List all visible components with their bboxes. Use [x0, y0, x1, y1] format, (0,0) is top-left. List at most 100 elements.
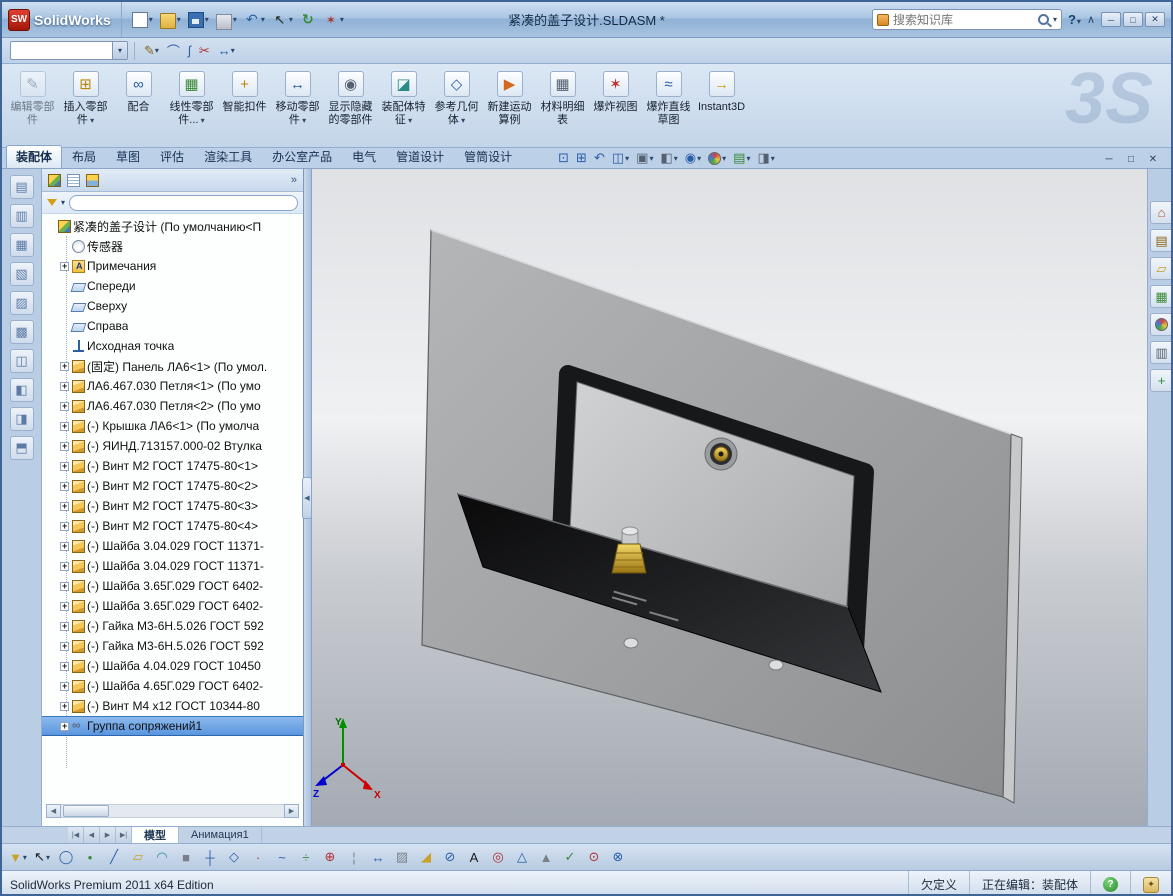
- tree-item[interactable]: ЛА6.467.030 Петля<2> (По умо: [42, 396, 303, 416]
- search-dropdown-icon[interactable]: ▾: [1053, 15, 1057, 24]
- filter-tool-button[interactable]: ∙: [248, 847, 268, 868]
- tree-item[interactable]: (-) Шайба 4.04.029 ГОСТ 10450: [42, 656, 303, 676]
- view-tool-button[interactable]: ↶: [592, 149, 607, 167]
- filter-tool-button[interactable]: A: [464, 847, 484, 868]
- view-tool-button[interactable]: ▤: [731, 149, 752, 167]
- left-dock-tool-button[interactable]: ▤: [9, 175, 34, 199]
- filter-tool-button[interactable]: ⊗: [608, 847, 628, 868]
- command-tab[interactable]: 评估: [150, 145, 194, 168]
- tree-item[interactable]: (-) Шайба 3.65Г.029 ГОСТ 6402-: [42, 596, 303, 616]
- collapse-menu-icon[interactable]: ∧: [1087, 13, 1095, 26]
- expand-toggle[interactable]: [60, 361, 69, 372]
- filter-tool-button[interactable]: ▨: [392, 847, 412, 868]
- tab-nav-button[interactable]: ▶: [100, 827, 116, 843]
- filter-tool-button[interactable]: ✓: [560, 847, 580, 868]
- filter-tool-button[interactable]: ~: [272, 847, 292, 868]
- tree-item[interactable]: (固定) Панель ЛА6<1> (По умол.: [42, 356, 303, 376]
- filter-tool-button[interactable]: ⊘: [440, 847, 460, 868]
- bushing-part[interactable]: [704, 437, 738, 471]
- manager-tab-icon[interactable]: [86, 173, 99, 187]
- task-pane-button[interactable]: ⌂: [1150, 201, 1171, 224]
- window-button[interactable]: ─: [1101, 12, 1121, 27]
- scroll-right-arrow[interactable]: ▶: [284, 804, 299, 818]
- tree-item[interactable]: 紧凑的盖子设计 (По умолчанию<П: [42, 216, 303, 236]
- ribbon-button[interactable]: ∞ 配合: [112, 66, 165, 147]
- ribbon-button[interactable]: ▦ 材料明细表: [536, 66, 589, 147]
- ribbon-button[interactable]: ◉ 显示隐藏的零部件: [324, 66, 377, 147]
- tree-filter-input[interactable]: [69, 194, 298, 211]
- tree-item[interactable]: (-) Винт М2 ГОСТ 17475-80<4>: [42, 516, 303, 536]
- ribbon-button[interactable]: ✶ 爆炸视图: [589, 66, 642, 147]
- expand-toggle[interactable]: [60, 481, 69, 492]
- expand-toggle[interactable]: [60, 541, 69, 552]
- manager-tab-icon[interactable]: [105, 174, 118, 187]
- expand-toggle[interactable]: [60, 282, 69, 291]
- filter-tool-button[interactable]: ◇: [224, 847, 244, 868]
- quick-tool-button[interactable]: [130, 8, 155, 32]
- expand-toggle[interactable]: [60, 501, 69, 512]
- sketch-tool-button[interactable]: ✎: [141, 40, 162, 62]
- command-tab[interactable]: 布局: [62, 145, 106, 168]
- tree-item[interactable]: Исходная точка: [42, 336, 303, 356]
- filter-tool-button[interactable]: ■: [176, 847, 196, 868]
- left-dock-tool-button[interactable]: ▧: [9, 262, 34, 286]
- task-pane-button[interactable]: ▥: [1150, 341, 1171, 364]
- expand-toggle[interactable]: [60, 461, 69, 472]
- bottom-tab[interactable]: 模型: [132, 827, 179, 843]
- tree-item[interactable]: 传感器: [42, 236, 303, 256]
- scrollbar-track[interactable]: [61, 804, 284, 818]
- tree-item[interactable]: (-) Гайка М3-6Н.5.026 ГОСТ 592: [42, 616, 303, 636]
- ribbon-button[interactable]: ≈ 爆炸直线草图: [642, 66, 695, 147]
- panel-splitter[interactable]: ◀: [302, 169, 312, 826]
- header-more-icon[interactable]: »: [291, 174, 297, 186]
- expand-toggle[interactable]: [60, 661, 69, 672]
- left-dock-tool-button[interactable]: ▩: [9, 320, 34, 344]
- left-dock-tool-button[interactable]: ▦: [9, 233, 34, 257]
- scrollbar-thumb[interactable]: [63, 805, 109, 817]
- tree-item[interactable]: Сверху: [42, 296, 303, 316]
- filter-funnel-icon[interactable]: [47, 199, 57, 206]
- quick-tool-button[interactable]: [298, 8, 318, 32]
- tips-toggle-icon[interactable]: ✦: [1143, 876, 1159, 893]
- command-tab[interactable]: 办公室产品: [262, 145, 342, 168]
- view-tool-button[interactable]: ⊡: [556, 149, 571, 167]
- command-tab[interactable]: 管道设计: [386, 145, 454, 168]
- quick-tool-button[interactable]: [158, 8, 183, 32]
- filter-tool-button[interactable]: ┼: [200, 847, 220, 868]
- tree-item[interactable]: Справа: [42, 316, 303, 336]
- combo-dropdown-icon[interactable]: ▾: [112, 42, 127, 59]
- ribbon-button[interactable]: ⊞ 插入零部件: [59, 66, 112, 147]
- quick-tool-button[interactable]: [270, 8, 295, 32]
- scroll-left-arrow[interactable]: ◀: [46, 804, 61, 818]
- filter-tool-button[interactable]: ÷: [296, 847, 316, 868]
- bottom-tab[interactable]: Анимация1: [179, 827, 262, 843]
- left-dock-tool-button[interactable]: ◨: [9, 407, 34, 431]
- tree-item[interactable]: (-) Винт М4 х12 ГОСТ 10344-80: [42, 696, 303, 716]
- command-tab[interactable]: 草图: [106, 145, 150, 168]
- tree-item[interactable]: ЛА6.467.030 Петля<1> (По умо: [42, 376, 303, 396]
- expand-toggle[interactable]: [60, 721, 69, 732]
- graphics-viewport[interactable]: Y X Z: [311, 169, 1148, 826]
- left-dock-tool-button[interactable]: ▥: [9, 204, 34, 228]
- expand-toggle[interactable]: [60, 261, 69, 272]
- ribbon-button[interactable]: ▶ 新建运动算例: [483, 66, 536, 147]
- quick-tool-button[interactable]: [214, 8, 239, 32]
- task-pane-button[interactable]: +: [1150, 369, 1171, 392]
- expand-toggle[interactable]: [60, 322, 69, 331]
- expand-toggle[interactable]: [60, 701, 69, 712]
- expand-toggle[interactable]: [46, 222, 55, 231]
- quick-tool-button[interactable]: [242, 8, 267, 32]
- filter-tool-button[interactable]: ◠: [152, 847, 172, 868]
- task-pane-button[interactable]: ▦: [1150, 285, 1171, 308]
- ribbon-button[interactable]: → Instant3D: [695, 66, 748, 147]
- tab-nav-button[interactable]: |◀: [68, 827, 84, 843]
- document-window-button[interactable]: □: [1123, 154, 1139, 165]
- help-button[interactable]: ?: [1068, 12, 1081, 27]
- view-tool-button[interactable]: ◫: [610, 149, 631, 167]
- left-dock-tool-button[interactable]: ◧: [9, 378, 34, 402]
- expand-toggle[interactable]: [60, 242, 69, 251]
- view-tool-button[interactable]: [706, 149, 728, 167]
- tree-item[interactable]: (-) Гайка М3-6Н.5.026 ГОСТ 592: [42, 636, 303, 656]
- command-tab[interactable]: 管筒设计: [454, 145, 522, 168]
- ribbon-button[interactable]: ◇ 参考几何体: [430, 66, 483, 147]
